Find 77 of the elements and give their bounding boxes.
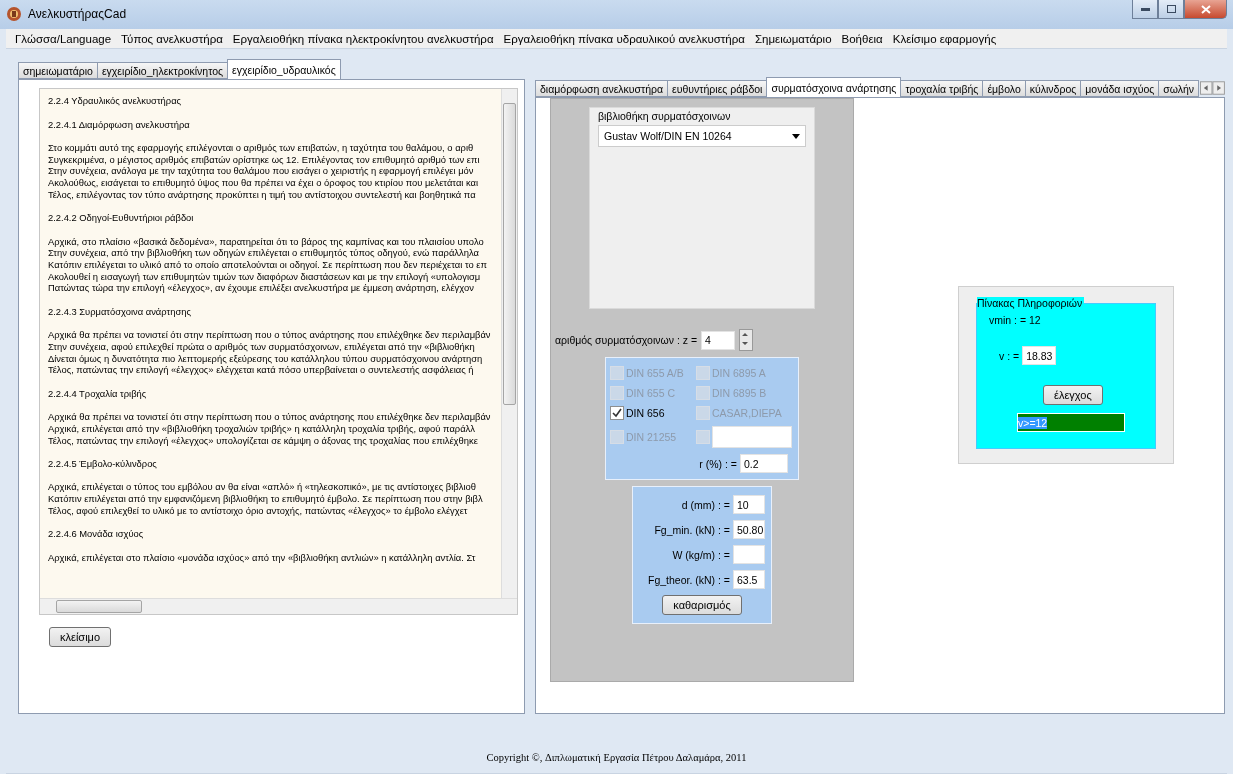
section-heading: 2.2.4.6 Μονάδα ισχύος [48, 528, 144, 540]
menu-item[interactable]: Εργαλειοθήκη πίνακα ηλεκτροκίνητου ανελκυστήρα [227, 32, 499, 45]
r-label: r (%) : = [699, 457, 737, 470]
tab[interactable]: εγχειρίδιο_υδραυλικός [227, 59, 341, 80]
tab[interactable]: εγχειρίδιο_ηλεκτροκίνητος [96, 62, 229, 80]
checkbox-label: DIN 655 A/B [626, 367, 684, 380]
maximize-icon [1166, 5, 1176, 13]
tab[interactable]: έμβολο [982, 80, 1026, 98]
tab-scroll-arrows-icon[interactable] [1200, 81, 1225, 96]
result-label: Fg_min. (kN) : = [654, 523, 730, 536]
text-field[interactable] [712, 426, 792, 449]
rope-count-label: αριθμός συρματόσχοινων : z = [555, 334, 698, 347]
app-icon [6, 6, 22, 23]
section-heading: 2.2.4.1 Διαμόρφωση ανελκυστήρα [48, 118, 190, 131]
menu-item[interactable]: Γλώσσα/Language [10, 32, 117, 45]
library-legend: βιβλιοθήκη συρματόσχοινων [598, 110, 806, 123]
result-field[interactable]: 10 [733, 495, 765, 515]
menu-item[interactable]: Σημειωματάριο [749, 32, 837, 45]
dropdown-caret-icon [792, 133, 800, 139]
checkbox-label: DIN 21255 [626, 431, 677, 444]
maximize-button[interactable] [1158, 0, 1184, 19]
section-heading: 2.2.4.3 Συρματόσχοινα ανάρτησης [48, 305, 191, 318]
paragraph: Αρχικά θα πρέπει να τονιστεί ότι στην περίπτωση που ο τύπος ανάρτησης που επιλέχθηκε δεν περιλαμβάν Αρχικά, επιλέγεται από την «βιβλιοθήκη τροχαλιών τριβής» η κατάλληλη τροχαλία τριβής, αφού παράλλ Τέλος, πατώντας την επιλογή «έλεγχος» υπολογίζεται σε κάμψη ο άξονας της τροχαλίας που επιλέχθηκε [48, 411, 491, 447]
vertical-scrollbar[interactable] [501, 89, 517, 599]
manual-heading: 2.2.4 Υδραυλικός ανελκυστήρας [48, 95, 182, 107]
menu-item[interactable]: Βοήθεια [836, 32, 888, 45]
tab[interactable]: τροχαλία τριβής [900, 80, 984, 98]
library-dropdown[interactable]: Gustav Wolf/DIN EN 10264 [598, 125, 806, 148]
paragraph: Αρχικά, επιλέγεται στο πλαίσιο «μονάδα ισχύος» από την «βιβλιοθήκη αντλιών» η κατάλληλη αντλία. Στ [48, 551, 476, 564]
checkbox-label: DIN 6895 A [712, 367, 766, 380]
minimize-button[interactable] [1132, 0, 1158, 19]
rope-count-field[interactable]: 4 [701, 330, 736, 350]
tab[interactable]: ευθυντήριες ράβδοι [667, 80, 768, 98]
close-icon [1200, 4, 1211, 14]
section-heading: 2.2.4.4 Τροχαλία τριβής [48, 387, 147, 400]
checkbox-label: CASAR,DIEPA [712, 407, 782, 420]
result-label: Fg_theor. (kN) : = [648, 573, 730, 586]
vmin-text: vmin : = 12 [989, 314, 1042, 327]
section-heading: 2.2.4.5 Έμβολο-κύλινδρος [48, 457, 157, 470]
tab[interactable]: κύλινδρος [1024, 80, 1082, 98]
close-manual-button[interactable]: κλείσιμο [49, 627, 112, 648]
checkbox[interactable] [610, 406, 624, 421]
v-label: v : = [999, 349, 1020, 362]
result-field[interactable] [733, 545, 765, 565]
v-field[interactable]: 18.83 [1022, 346, 1057, 366]
window-title: ΑνελκυστήραςCad [28, 7, 128, 22]
scrollbar-thumb[interactable] [56, 600, 142, 614]
result-field[interactable]: 50.80 [733, 520, 765, 540]
info-legend: Πίνακας Πληροφοριών [977, 297, 1085, 310]
scrollbar-thumb[interactable] [503, 103, 516, 406]
menu-item[interactable]: Τύπος ανελκυστήρα [116, 32, 228, 45]
checkbox-label: DIN 656 [626, 407, 665, 420]
paragraph: Αρχικά θα πρέπει να τονιστεί ότι στην περίπτωση που ο τύπος ανάρτησης που επιλέχθηκε δεν περιλαμβάν Στην συνέχεια, αφού επιλεχθεί πρώτα ο αριθμός των συρματόσχοινων, επιλέγεται από την «βιβλιοθήκη Δίνεται όμως η δυνατότητα πιο λεπτομερής εξεύρεσης του κατάλληλου τύπου συρματόσχοινου ανάρτηση Τέλος, πατώντας την επιλογή «έλεγχος» ελέγχεται κατά πόσο υπερβαίνεται ο συντελεστής ασφάλειας ή [48, 329, 491, 377]
close-button[interactable] [1184, 0, 1227, 19]
check-button[interactable]: έλεγχος [1043, 385, 1103, 406]
section-heading: 2.2.4.2 Οδηγοί-Ευθυντήριοι ράβδοι [48, 212, 194, 224]
tab[interactable]: διαμόρφωση ανελκυστήρα [535, 80, 669, 98]
tab[interactable]: σωλήν [1158, 80, 1200, 98]
paragraph: Αρχικά, στο πλαίσιο «βασικά δεδομένα», παρατηρείται ότι το βάρος της καμπίνας και του πλαισίου υπολο Στην συνέχεια, από την βιβλιοθήκη των οδηγών επιλέγεται ο επιθυμητός τύπος οδηγού, ενώ παράλληλα Κατόπιν επιλέγεται το υλικό από το οποίο αποτελούνται οι οδηγοί. Σε περίπτωση που δεν περιέχεται το επ Ακολουθεί η εισαγωγή των επιθυμητών τιμών των διαφόρων διαστάσεων και με την επιλογή «υπολογισμ Πατώντας τώρα την επιλογή «έλεγχος», αν έχουμε επιλέξει ανελκυστήρα με έμμεση ανάρτηση, ελέγχον [48, 235, 487, 295]
tab[interactable]: συρματόσχοινα ανάρτησης [766, 77, 902, 98]
result-label: d (mm) : = [681, 498, 730, 511]
paragraph: Στο κομμάτι αυτό της εφαρμογής επιλέγονται ο αριθμός των επιβατών, η ταχύτητα του θαλάμου, ο αριθ Συγκεκριμένα, ο μέγιστος αριθμός επιβατών ορίστηκε ως 12. Επιλέγοντας τον επιθυμητό αριθμό των επι Στην συνέχεια, ανάλογα με την ταχύτητα του θαλάμου που εισάγει ο χειριστής η εφαρμογή επιλέγει μόν Ακολούθως, εισάγεται το επιθυμητό ύψος που θα πρέπει να έχει ο όροφος του κτιρίου που μελετάται και Τέλος, επιλέγοντας τον τύπο ανάρτησης προκύπτει η τιμή του αντίστοιχου συντελεστή και βοηθητικά πα [48, 142, 480, 201]
minimize-icon [1140, 7, 1150, 11]
checkbox-label: DIN 655 C [626, 387, 676, 400]
menu-item[interactable]: Εργαλειοθήκη πίνακα υδραυλικού ανελκυστήρα [498, 32, 750, 45]
r-field[interactable]: 0.2 [740, 454, 788, 474]
menu-item[interactable]: Κλείσιμο εφαρμογής [887, 32, 1002, 45]
tab[interactable]: μονάδα ισχύος [1080, 80, 1160, 98]
paragraph: Αρχικά, επιλέγεται ο τύπος του εμβόλου αν θα είναι «απλό» ή «τηλεσκοπικό», με τις αντίστοιχες βιβλιοθ Κατόπιν επιλέγεται από την εμφανιζόμενη βιβλιοθήκη το επιθυμητό έμβολο. Σε περίπτωση που στην βιβλ Τέλος, αφού επιλεχθεί το υλικό με το αντίστοιχο όριο αντοχής, πατώντας «έλεγχος» το έμβολο ελέγχετ [48, 481, 483, 517]
spinner-arrows-icon[interactable] [739, 329, 754, 352]
result-field[interactable]: 63.5 [733, 570, 765, 590]
result-label: W (kg/m) : = [672, 548, 730, 561]
horizontal-scrollbar[interactable] [40, 598, 517, 615]
checkbox-label: DIN 6895 B [712, 387, 767, 400]
copyright-text: Copyright ©, Διπλωματική Εργασία Πέτρου Δαλαμάρα, 2011 [485, 751, 748, 765]
clear-button[interactable]: καθαρισμός [662, 595, 742, 616]
tab[interactable]: σημειωματάριο [18, 62, 98, 80]
